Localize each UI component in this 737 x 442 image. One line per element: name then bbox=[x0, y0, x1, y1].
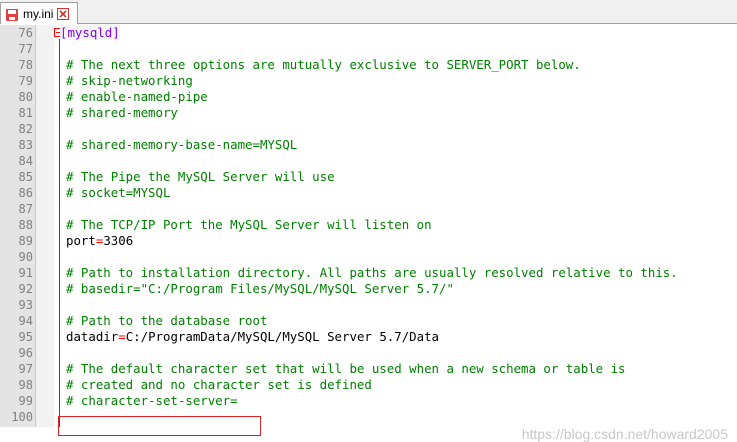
comment-text: # shared-memory bbox=[66, 105, 178, 120]
section-header: [mysqld] bbox=[60, 25, 120, 40]
setting-key: port bbox=[66, 233, 96, 248]
line-text: # character-set-server= bbox=[66, 393, 238, 409]
comment-text: # shared-memory-base-name=MYSQL bbox=[66, 137, 298, 152]
line-text: # skip-networking bbox=[66, 73, 193, 89]
line-text: port=3306 bbox=[66, 233, 133, 249]
line-number: 95 bbox=[18, 330, 33, 344]
line-number: 80 bbox=[18, 90, 33, 104]
comment-text: # character-set-server= bbox=[66, 393, 238, 408]
line-number: 79 bbox=[18, 74, 33, 88]
line-text: # shared-memory bbox=[66, 105, 178, 121]
line-number: 86 bbox=[18, 186, 33, 200]
line-text: # Path to the database root bbox=[66, 313, 267, 329]
section-name: mysqld bbox=[67, 25, 113, 40]
line-text: # created and no character set is define… bbox=[66, 377, 372, 393]
tab-filename: my.ini bbox=[23, 6, 54, 21]
line-number: 88 bbox=[18, 218, 33, 232]
line-text: [mysqld] bbox=[60, 25, 120, 41]
setting-value: 3306 bbox=[103, 233, 134, 248]
line-text: # basedir="C:/Program Files/MySQL/MySQL … bbox=[66, 281, 454, 297]
file-tab[interactable]: my.ini bbox=[0, 2, 78, 24]
comment-text: # Path to the database root bbox=[66, 313, 268, 328]
line-number: 84 bbox=[18, 154, 33, 168]
line-number: 89 bbox=[18, 234, 33, 248]
fold-range-line bbox=[59, 39, 60, 427]
equals-operator: = bbox=[118, 329, 126, 344]
fold-margin bbox=[36, 25, 54, 427]
comment-text: # The Pipe the MySQL Server will use bbox=[66, 169, 335, 184]
line-text: # enable-named-pipe bbox=[66, 89, 208, 105]
comment-text: # The TCP/IP Port the MySQL Server will … bbox=[66, 217, 432, 232]
comment-text: # created and no character set is define… bbox=[66, 377, 372, 392]
line-number: 78 bbox=[18, 58, 33, 72]
line-text: datadir=C:/ProgramData/MySQL/MySQL Serve… bbox=[66, 329, 439, 345]
line-number: 87 bbox=[18, 202, 33, 216]
line-number: 98 bbox=[18, 378, 33, 392]
line-number: 97 bbox=[18, 362, 33, 376]
line-text: # The next three options are mutually ex… bbox=[66, 57, 581, 73]
section-bracket: ] bbox=[112, 25, 120, 40]
line-number: 96 bbox=[18, 346, 33, 360]
line-text: # The Pipe the MySQL Server will use bbox=[66, 169, 335, 185]
line-text: # Path to installation directory. All pa… bbox=[66, 265, 678, 281]
line-number: 92 bbox=[18, 282, 33, 296]
annotation-highlight-box bbox=[58, 416, 261, 436]
comment-text: # enable-named-pipe bbox=[66, 89, 208, 104]
line-text: # shared-memory-base-name=MYSQL bbox=[66, 137, 297, 153]
watermark: https://blog.csdn.net/howard2005 bbox=[521, 426, 728, 442]
line-number: 91 bbox=[18, 266, 33, 280]
editor-pane[interactable]: 76 [mysqld] 77 78 # The next three options a… bbox=[0, 25, 737, 442]
comment-text: # basedir="C:/Program Files/MySQL/MySQL … bbox=[66, 281, 454, 296]
setting-key: datadir bbox=[66, 329, 119, 344]
line-number: 82 bbox=[18, 122, 33, 136]
setting-value: C:/ProgramData/MySQL/MySQL Server 5.7/Da… bbox=[125, 329, 439, 344]
line-text: # The default character set that will be… bbox=[66, 361, 626, 377]
line-number: 77 bbox=[18, 42, 33, 56]
close-icon[interactable] bbox=[57, 7, 70, 20]
comment-text: # The next three options are mutually ex… bbox=[66, 57, 581, 72]
line-number: 83 bbox=[18, 138, 33, 152]
line-number: 100 bbox=[11, 410, 33, 424]
save-file-icon bbox=[5, 7, 19, 21]
comment-text: # Path to installation directory. All pa… bbox=[66, 265, 678, 280]
line-text: # socket=MYSQL bbox=[66, 185, 170, 201]
line-number: 81 bbox=[18, 106, 33, 120]
line-number: 94 bbox=[18, 314, 33, 328]
comment-text: # socket=MYSQL bbox=[66, 185, 171, 200]
line-number: 99 bbox=[18, 394, 33, 408]
line-number: 85 bbox=[18, 170, 33, 184]
line-text: # The TCP/IP Port the MySQL Server will … bbox=[66, 217, 432, 233]
line-number: 93 bbox=[18, 298, 33, 312]
comment-text: # The default character set that will be… bbox=[66, 361, 626, 376]
comment-text: # skip-networking bbox=[66, 73, 193, 88]
line-number: 76 bbox=[18, 26, 33, 40]
tab-bar: my.ini bbox=[0, 0, 737, 24]
line-number: 90 bbox=[18, 250, 33, 264]
